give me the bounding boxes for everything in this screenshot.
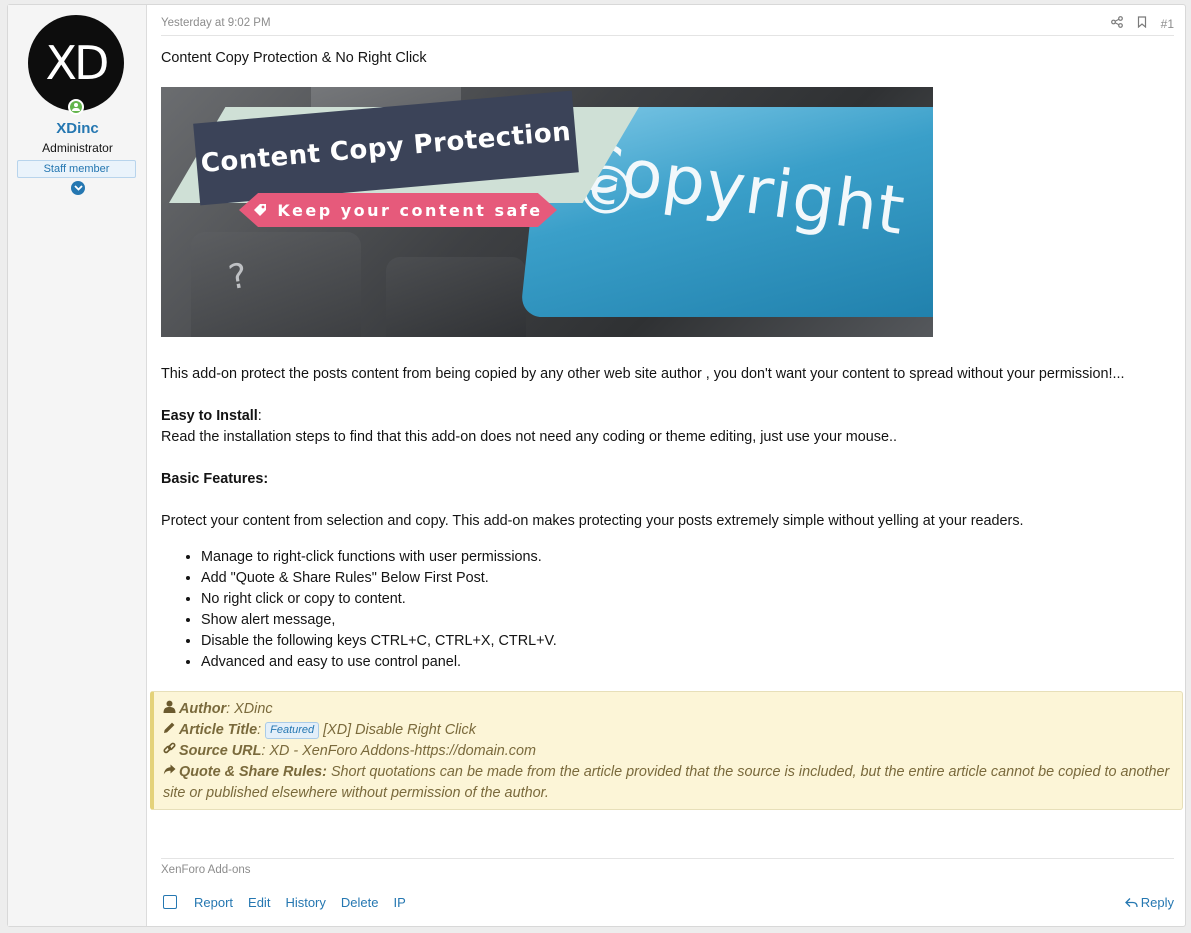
avatar-text: XD bbox=[45, 36, 110, 90]
post-container: XD XDinc Administrator Staff member Yest… bbox=[7, 4, 1186, 927]
easy-install-label: Easy to Install bbox=[161, 408, 258, 424]
banner-key-symbol: ? bbox=[225, 255, 251, 299]
online-status-icon bbox=[68, 99, 84, 115]
list-item: Add "Quote & Share Rules" Below First Po… bbox=[201, 568, 1174, 589]
staff-badge: Staff member bbox=[17, 160, 136, 178]
featured-badge: Featured bbox=[265, 722, 320, 739]
post-title-line: Content Copy Protection & No Right Click bbox=[161, 50, 427, 66]
select-checkbox[interactable] bbox=[163, 895, 177, 909]
share-arrow-icon bbox=[163, 762, 179, 783]
list-item: Show alert message, bbox=[201, 610, 1174, 631]
edit-link[interactable]: Edit bbox=[248, 895, 270, 910]
report-link[interactable]: Report bbox=[194, 895, 233, 910]
delete-link[interactable]: Delete bbox=[341, 895, 379, 910]
user-title: Administrator bbox=[42, 141, 113, 155]
user-icon bbox=[163, 699, 179, 720]
reply-icon bbox=[1124, 897, 1138, 907]
protect-text: Protect your content from selection and … bbox=[161, 513, 1024, 529]
post-banner-image: ? Copyright © Content Copy Protection Ke… bbox=[161, 87, 933, 337]
article-title-label: Article Title bbox=[179, 722, 258, 738]
article-title-colon: : bbox=[257, 722, 262, 738]
tag-icon bbox=[254, 204, 267, 216]
bookmark-icon[interactable] bbox=[1137, 15, 1147, 33]
post-date[interactable]: Yesterday at 9:02 PM bbox=[161, 17, 271, 29]
banner-tagline: Keep your content safe bbox=[277, 200, 543, 220]
list-item: Disable the following keys CTRL+C, CTRL+… bbox=[201, 631, 1174, 652]
chevron-down-icon[interactable] bbox=[71, 181, 85, 195]
quote-rules-label: Quote & Share Rules: bbox=[179, 764, 327, 780]
source-url-label: Source URL bbox=[179, 743, 262, 759]
quote-rules-line: Quote & Share Rules: Short quotations ca… bbox=[163, 762, 1172, 804]
reply-button[interactable]: Reply bbox=[1124, 895, 1174, 910]
source-url-line: Source URL: XD - XenForo Addons-https://… bbox=[163, 741, 1172, 762]
source-url-value[interactable]: : XD - XenForo Addons-https://domain.com bbox=[261, 743, 536, 759]
intro-text: This add-on protect the posts content fr… bbox=[161, 366, 1125, 382]
share-icon[interactable] bbox=[1110, 15, 1123, 33]
easy-install-colon: : bbox=[257, 408, 262, 424]
features-list: Manage to right-click functions with use… bbox=[201, 547, 1174, 673]
author-line: Author: XDinc bbox=[163, 699, 1172, 720]
post-content: Content Copy Protection & No Right Click… bbox=[161, 48, 1174, 673]
list-item: Manage to right-click functions with use… bbox=[201, 547, 1174, 568]
basic-features-heading: Basic Features: bbox=[161, 469, 1174, 490]
user-cell: XD XDinc Administrator Staff member bbox=[8, 5, 147, 926]
article-title-line: Article Title: Featured [XD] Disable Rig… bbox=[163, 720, 1172, 741]
post-main: Yesterday at 9:02 PM #1 Content Copy Pro… bbox=[147, 5, 1185, 926]
banner-heading: Content Copy Protection bbox=[199, 116, 573, 179]
easy-install-paragraph: Easy to Install: Read the installation st… bbox=[161, 406, 1174, 448]
avatar[interactable]: XD bbox=[28, 15, 124, 111]
article-title-value[interactable]: [XD] Disable Right Click bbox=[323, 722, 476, 738]
reply-label: Reply bbox=[1140, 895, 1174, 910]
pencil-icon bbox=[163, 720, 179, 741]
post-attribution: Yesterday at 9:02 PM #1 bbox=[161, 5, 1174, 36]
list-item: Advanced and easy to use control panel. bbox=[201, 652, 1174, 673]
quote-share-box: Author: XDinc Article Title: Featured [X… bbox=[150, 691, 1183, 810]
list-item: No right click or copy to content. bbox=[201, 589, 1174, 610]
ip-link[interactable]: IP bbox=[393, 895, 405, 910]
post-category[interactable]: XenForo Add-ons bbox=[161, 864, 251, 876]
footer-divider bbox=[161, 858, 1174, 859]
post-number[interactable]: #1 bbox=[1161, 17, 1174, 31]
basic-features-label: Basic Features: bbox=[161, 471, 269, 487]
username[interactable]: XDinc bbox=[8, 120, 147, 137]
easy-install-text: Read the installation steps to find that… bbox=[161, 429, 897, 445]
link-icon bbox=[163, 741, 179, 762]
author-value: : XDinc bbox=[226, 701, 273, 717]
author-label: Author bbox=[179, 701, 227, 717]
history-link[interactable]: History bbox=[285, 895, 325, 910]
post-action-bar: Report Edit History Delete IP Reply bbox=[161, 892, 1174, 912]
